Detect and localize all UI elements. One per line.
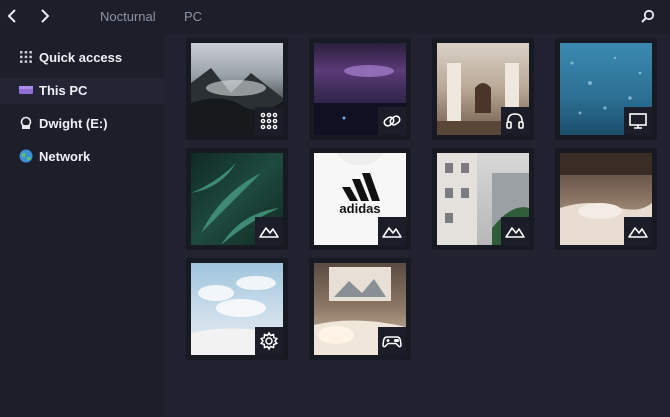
chevron-left-icon (7, 9, 16, 23)
tile-cloud-room[interactable] (186, 258, 288, 360)
monitor-folder-icon (19, 86, 33, 94)
grid-dots-icon (20, 51, 32, 63)
tile-fern-leaves[interactable] (186, 148, 288, 250)
gamepad-icon (382, 336, 402, 348)
monitor-icon (629, 113, 647, 129)
sidebar-item-label: Quick access (39, 50, 123, 65)
breadcrumb-pc[interactable]: PC (184, 9, 202, 24)
globe-icon (19, 149, 33, 163)
apps-grid-icon (260, 112, 278, 130)
sidebar-item-this-pc[interactable]: This PC (0, 78, 164, 104)
tile-misty-mountains[interactable] (186, 38, 288, 140)
tile-adidas-shirt[interactable]: adidas (309, 148, 411, 250)
search-icon (641, 9, 655, 23)
adidas-logo-text: adidas (339, 201, 380, 216)
back-button[interactable] (4, 6, 22, 26)
badge (255, 217, 283, 245)
mountain-icon (628, 227, 648, 238)
sidebar-item-label: This PC (39, 83, 88, 98)
sidebar-item-dwight-drive[interactable]: Dwight (E:) (0, 111, 164, 137)
chevron-right-icon (41, 9, 50, 23)
badge (501, 107, 529, 135)
link-icon (383, 115, 401, 127)
tile-bed-poster[interactable] (309, 258, 411, 360)
title-bar: Nocturnal PC (0, 0, 670, 34)
lock-drive-icon (20, 116, 32, 129)
tile-bedroom[interactable] (555, 148, 657, 250)
badge (255, 327, 283, 355)
badge (624, 217, 652, 245)
mountain-icon (259, 227, 279, 238)
mountain-icon (505, 227, 525, 238)
badge (378, 217, 406, 245)
sidebar-item-label: Network (39, 149, 91, 164)
folder-grid: adidas (164, 34, 670, 417)
badge (378, 327, 406, 355)
tile-night-sea[interactable] (309, 38, 411, 140)
breadcrumb-nocturnal[interactable]: Nocturnal (100, 9, 156, 24)
sidebar-item-quick-access[interactable]: Quick access (0, 45, 164, 71)
headphones-icon (506, 113, 524, 129)
tile-palace-hall[interactable] (432, 38, 534, 140)
mountain-icon (382, 227, 402, 238)
sidebar-item-label: Dwight (E:) (39, 116, 108, 131)
search-button[interactable] (640, 9, 656, 25)
badge (378, 107, 406, 135)
badge (501, 217, 529, 245)
tile-city-building[interactable] (432, 148, 534, 250)
badge (624, 107, 652, 135)
tile-rain-glass[interactable] (555, 38, 657, 140)
badge (255, 107, 283, 135)
sidebar-item-network[interactable]: Network (0, 144, 164, 170)
sidebar: Quick access This PC Dwight (E:) Network (0, 34, 164, 417)
forward-button[interactable] (35, 6, 53, 26)
gear-icon (259, 331, 279, 351)
